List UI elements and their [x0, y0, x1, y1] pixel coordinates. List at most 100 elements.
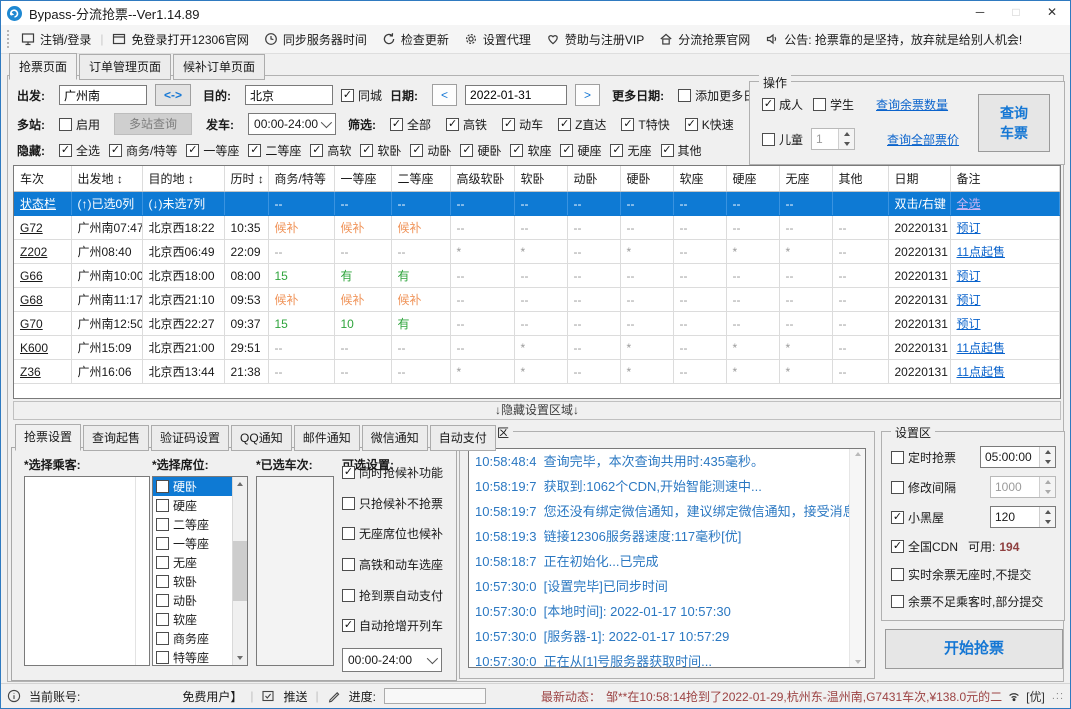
remark-cell[interactable]: 预订 — [950, 263, 1060, 288]
remark-link[interactable]: 预订 — [957, 293, 981, 307]
status-row[interactable]: 状态栏 (↑)已选0列 (↓)未选7列 -- -- -- -- -- -- -- -- -- -- 双击/… — [14, 191, 1060, 216]
scroll-down-icon[interactable] — [854, 660, 861, 664]
train-no-link[interactable]: Z202 — [20, 245, 47, 259]
close-button[interactable]: ✕ — [1034, 1, 1070, 25]
status-bar-link[interactable]: 状态栏 — [20, 197, 56, 211]
minimize-button[interactable]: ─ — [962, 1, 998, 25]
depart-time-combo[interactable]: 00:00-24:00 — [248, 113, 337, 135]
filter-checkbox[interactable]: K快速 — [684, 116, 734, 133]
column-header[interactable]: 备注 — [950, 166, 1060, 192]
start-grab-button[interactable]: 开始抢票 — [885, 629, 1063, 669]
table-row[interactable]: K600 广州15:09 北京西21:00 29:51 -- -- -- -- * -- * -- * *… — [14, 335, 1060, 360]
resize-grip[interactable]: .:: — [1052, 690, 1064, 702]
to-input[interactable] — [245, 85, 334, 105]
remark-link[interactable]: 11点起售 — [957, 245, 1005, 259]
column-header[interactable]: 软卧 — [514, 166, 568, 192]
status-cell[interactable]: 全选 — [950, 191, 1060, 216]
maximize-button[interactable]: □ — [998, 1, 1034, 25]
grab-option-checkbox[interactable]: 抢到票自动支付 — [342, 587, 454, 604]
remark-cell[interactable]: 预订 — [950, 311, 1060, 336]
stepper-arrows[interactable] — [1039, 447, 1055, 467]
timed-grab-time-stepper[interactable]: 05:00:00 — [980, 446, 1056, 468]
next-date-button[interactable]: > — [575, 84, 601, 106]
hide-checkbox[interactable]: 动卧 — [410, 142, 451, 159]
column-header[interactable]: 一等座 — [334, 166, 392, 192]
hide-checkbox[interactable]: 二等座 — [248, 142, 301, 159]
remark-cell[interactable]: 预订 — [950, 287, 1060, 312]
menu-set-proxy[interactable]: 设置代理 — [464, 31, 531, 48]
column-header[interactable]: 历时 ↕ — [224, 166, 269, 192]
stepper-arrows[interactable] — [1039, 507, 1055, 527]
table-row[interactable]: Z36 广州16:06 北京西13:44 21:38 -- -- -- * * -- * -- * * --… — [14, 359, 1060, 384]
page-tab[interactable]: 抢票页面 — [9, 53, 78, 80]
filter-checkbox[interactable]: Z直达 — [558, 116, 606, 133]
select-all-link[interactable]: 全选 — [957, 197, 981, 211]
menu-logout-login[interactable]: 注销/登录 — [21, 31, 91, 48]
remark-cell[interactable]: 11点起售 — [950, 335, 1060, 360]
scroll-up-icon[interactable] — [854, 452, 861, 456]
train-no-link[interactable]: G72 — [20, 221, 43, 235]
remark-link[interactable]: 预订 — [957, 221, 981, 235]
seat-item[interactable]: 一等座 — [153, 534, 233, 553]
column-header[interactable]: 商务/特等 — [268, 166, 335, 192]
filter-checkbox[interactable]: T特快 — [621, 116, 670, 133]
no-seat-checkbox[interactable]: 实时余票无座时,不提交 — [891, 566, 1031, 583]
hide-checkbox[interactable]: 其他 — [660, 142, 702, 159]
table-row[interactable]: G66 广州南10:00 北京西18:00 08:00 15 有有 -- -- -- -- -- --… — [14, 263, 1060, 288]
remark-cell[interactable]: 11点起售 — [950, 359, 1060, 384]
column-header[interactable]: 软座 — [673, 166, 727, 192]
status-cell[interactable]: 状态栏 — [14, 191, 72, 216]
column-header[interactable]: 出发地 ↕ — [71, 166, 143, 192]
cdn-checkbox[interactable]: 全国CDN — [891, 538, 958, 555]
train-no-cell[interactable]: Z202 — [14, 239, 72, 264]
scrollbar[interactable] — [849, 449, 865, 667]
menu-official-site[interactable]: 分流抢票官网 — [659, 31, 750, 48]
prev-date-button[interactable]: < — [432, 84, 458, 106]
seat-item[interactable]: 硬座 — [153, 496, 233, 515]
stepper-arrows[interactable] — [1039, 477, 1055, 497]
settings-tab[interactable]: QQ通知 — [231, 425, 292, 451]
timed-grab-checkbox[interactable]: 定时抢票 — [891, 449, 956, 466]
column-header[interactable]: 动卧 — [567, 166, 621, 192]
hide-checkbox[interactable]: 无座 — [610, 142, 652, 159]
train-no-link[interactable]: K600 — [20, 341, 48, 355]
hide-checkbox[interactable]: 一等座 — [186, 142, 239, 159]
train-no-link[interactable]: Z36 — [20, 365, 41, 379]
seat-item[interactable]: 二等座 — [153, 515, 233, 534]
child-count-stepper[interactable]: 1 — [811, 128, 856, 150]
filter-checkbox[interactable]: 高铁 — [446, 116, 487, 133]
page-tab[interactable]: 订单管理页面 — [79, 54, 172, 80]
train-no-link[interactable]: G70 — [20, 317, 43, 331]
settings-tab[interactable]: 抢票设置 — [15, 424, 82, 451]
column-header[interactable]: 硬卧 — [620, 166, 674, 192]
scrollbar[interactable] — [135, 477, 149, 665]
column-header[interactable]: 目的地 ↕ — [142, 166, 225, 192]
grab-option-checkbox[interactable]: 同时抢候补功能 — [342, 464, 454, 481]
seat-item[interactable]: 商务座 — [153, 629, 233, 648]
same-city-checkbox[interactable]: 同城 — [341, 87, 382, 104]
train-no-cell[interactable]: K600 — [14, 335, 72, 360]
column-header[interactable]: 无座 — [779, 166, 833, 192]
settings-tab[interactable]: 查询起售 — [83, 425, 150, 451]
remark-link[interactable]: 预订 — [957, 317, 981, 331]
hide-checkbox[interactable]: 全选 — [59, 142, 100, 159]
train-no-link[interactable]: G68 — [20, 293, 43, 307]
column-header[interactable]: 车次 — [14, 166, 72, 192]
query-all-price-link[interactable]: 查询全部票价 — [887, 131, 959, 148]
date-input[interactable] — [465, 85, 568, 105]
column-header[interactable]: 日期 — [888, 166, 951, 192]
push-label[interactable]: 推送 — [283, 688, 307, 705]
output-log[interactable]: 10:58:48:4 查询完毕，本次查询共用时:435毫秒。 10:58:19:7… — [468, 448, 866, 668]
swap-stations-button[interactable]: <-> — [155, 84, 192, 106]
from-input[interactable] — [59, 85, 147, 105]
menu-sync-time[interactable]: 同步服务器时间 — [264, 31, 367, 48]
remark-cell[interactable]: 11点起售 — [950, 239, 1060, 264]
remark-link[interactable]: 11点起售 — [957, 341, 1005, 355]
settings-tab[interactable]: 验证码设置 — [151, 425, 230, 451]
grab-option-checkbox[interactable]: 只抢候补不抢票 — [342, 495, 454, 512]
train-no-cell[interactable]: G66 — [14, 263, 72, 288]
hide-checkbox[interactable]: 高软 — [310, 142, 351, 159]
multi-enable-checkbox[interactable]: 启用 — [59, 116, 100, 133]
hide-checkbox[interactable]: 硬卧 — [460, 142, 501, 159]
child-checkbox[interactable]: 儿童 — [762, 131, 803, 148]
